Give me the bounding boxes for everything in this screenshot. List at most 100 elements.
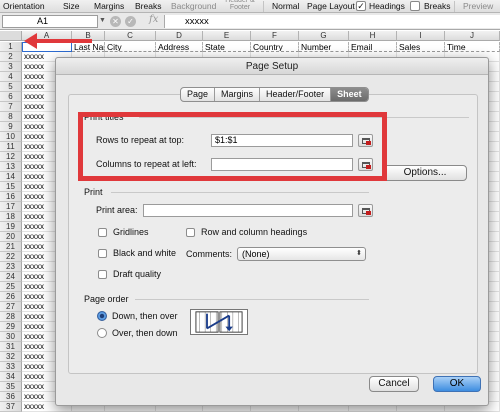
ok-button[interactable]: OK (433, 376, 481, 392)
table-cell[interactable]: Last Name (72, 42, 105, 52)
row-header[interactable]: 36 (0, 392, 22, 402)
table-cell[interactable]: State (203, 42, 251, 52)
column-header[interactable]: C (105, 31, 156, 41)
table-cell[interactable]: Address (156, 42, 203, 52)
select-all-corner[interactable] (0, 31, 22, 41)
breaks-button[interactable]: Breaks (135, 1, 161, 11)
name-box[interactable]: A1 (2, 15, 98, 28)
row-header[interactable]: 2 (0, 52, 22, 62)
black-and-white-checkbox[interactable] (98, 249, 107, 258)
row-header[interactable]: 34 (0, 372, 22, 382)
background-button[interactable]: Background (171, 1, 216, 11)
print-area-picker-icon[interactable] (358, 204, 373, 217)
row-header[interactable]: 9 (0, 122, 22, 132)
column-header[interactable]: D (156, 31, 203, 41)
row-header[interactable]: 4 (0, 72, 22, 82)
row-header[interactable]: 32 (0, 352, 22, 362)
row-header[interactable]: 1 (0, 42, 22, 52)
column-header[interactable]: I (397, 31, 445, 41)
table-cell[interactable]: Country (251, 42, 299, 52)
options-button[interactable]: Options... (383, 165, 467, 181)
row-header[interactable]: 33 (0, 362, 22, 372)
orientation-button[interactable]: Orientation (3, 1, 45, 11)
row-header[interactable]: 25 (0, 282, 22, 292)
draft-quality-checkbox[interactable] (98, 270, 107, 279)
print-area-input[interactable] (143, 204, 353, 217)
rows-range-picker-icon[interactable] (358, 134, 373, 147)
size-button[interactable]: Size (63, 1, 80, 11)
page-order-preview-icon (190, 309, 248, 335)
breaks-checkbox[interactable] (410, 1, 420, 11)
row-header[interactable]: 27 (0, 302, 22, 312)
rows-to-repeat-label: Rows to repeat at top: (96, 135, 185, 145)
column-header[interactable]: J (445, 31, 500, 41)
row-header[interactable]: 23 (0, 262, 22, 272)
table-cell[interactable]: Sales (397, 42, 445, 52)
cancel-button[interactable]: Cancel (369, 376, 419, 392)
row-header[interactable]: 6 (0, 92, 22, 102)
row-header[interactable]: 20 (0, 232, 22, 242)
comments-select[interactable]: (None) ⬍ (237, 247, 366, 261)
preview-button[interactable]: Preview (463, 1, 493, 11)
column-header[interactable]: H (349, 31, 397, 41)
row-header[interactable]: 31 (0, 342, 22, 352)
table-cell[interactable]: Time (445, 42, 500, 52)
row-header[interactable]: 3 (0, 62, 22, 72)
row-header[interactable]: 22 (0, 252, 22, 262)
row-header[interactable]: 35 (0, 382, 22, 392)
page-layout-button[interactable]: Page Layout (307, 1, 355, 11)
tab-page[interactable]: Page (181, 88, 216, 101)
column-header[interactable]: E (203, 31, 251, 41)
row-header[interactable]: 7 (0, 102, 22, 112)
table-cell[interactable] (22, 42, 72, 52)
row-header[interactable]: 26 (0, 292, 22, 302)
row-header[interactable]: 21 (0, 242, 22, 252)
row-header[interactable]: 19 (0, 222, 22, 232)
rows-to-repeat-input[interactable]: $1:$1 (211, 134, 353, 147)
row-header[interactable]: 5 (0, 82, 22, 92)
page-order-heading: Page order (84, 294, 129, 304)
normal-view-button[interactable]: Normal (272, 1, 299, 11)
gridlines-checkbox[interactable] (98, 228, 107, 237)
row-header[interactable]: 37 (0, 402, 22, 412)
row-header[interactable]: 30 (0, 332, 22, 342)
columns-range-picker-icon[interactable] (358, 158, 373, 171)
row-header[interactable]: 16 (0, 192, 22, 202)
name-box-dropdown-icon[interactable]: ▼ (99, 17, 106, 24)
column-header[interactable]: G (299, 31, 349, 41)
down-then-over-radio[interactable] (97, 311, 107, 321)
row-header[interactable]: 28 (0, 312, 22, 322)
section-divider (111, 192, 369, 193)
margins-button[interactable]: Margins (94, 1, 124, 11)
row-header[interactable]: 11 (0, 142, 22, 152)
row-header[interactable]: 10 (0, 132, 22, 142)
table-cell[interactable]: City (105, 42, 156, 52)
row-header[interactable]: 14 (0, 172, 22, 182)
column-header[interactable]: A (22, 31, 72, 41)
row-header[interactable]: 18 (0, 212, 22, 222)
row-header[interactable]: 8 (0, 112, 22, 122)
confirm-circle-icon[interactable]: ✓ (125, 16, 136, 27)
table-cell[interactable]: Email (349, 42, 397, 52)
row-header[interactable]: 15 (0, 182, 22, 192)
function-icon[interactable]: fx (149, 14, 158, 25)
tab-sheet[interactable]: Sheet (331, 88, 368, 101)
row-header[interactable]: 13 (0, 162, 22, 172)
row-col-headings-checkbox[interactable] (186, 228, 195, 237)
tab-margins[interactable]: Margins (215, 88, 261, 101)
row-header[interactable]: 29 (0, 322, 22, 332)
cancel-circle-icon[interactable]: ✕ (110, 16, 121, 27)
tab-header-footer[interactable]: Header/Footer (260, 88, 332, 101)
row-header[interactable]: 17 (0, 202, 22, 212)
headings-checkbox[interactable]: ✓ (356, 1, 366, 11)
table-cell[interactable]: Number (299, 42, 349, 52)
column-header[interactable]: B (72, 31, 105, 41)
column-header[interactable]: F (251, 31, 299, 41)
header-footer-button[interactable]: Header & Footer (222, 0, 258, 11)
row-header[interactable]: 24 (0, 272, 22, 282)
over-then-down-radio[interactable] (97, 328, 107, 338)
formula-input[interactable]: xxxxx (164, 15, 500, 28)
row-header[interactable]: 12 (0, 152, 22, 162)
breaks-label: Breaks (424, 1, 451, 11)
columns-to-repeat-input[interactable] (211, 158, 353, 171)
